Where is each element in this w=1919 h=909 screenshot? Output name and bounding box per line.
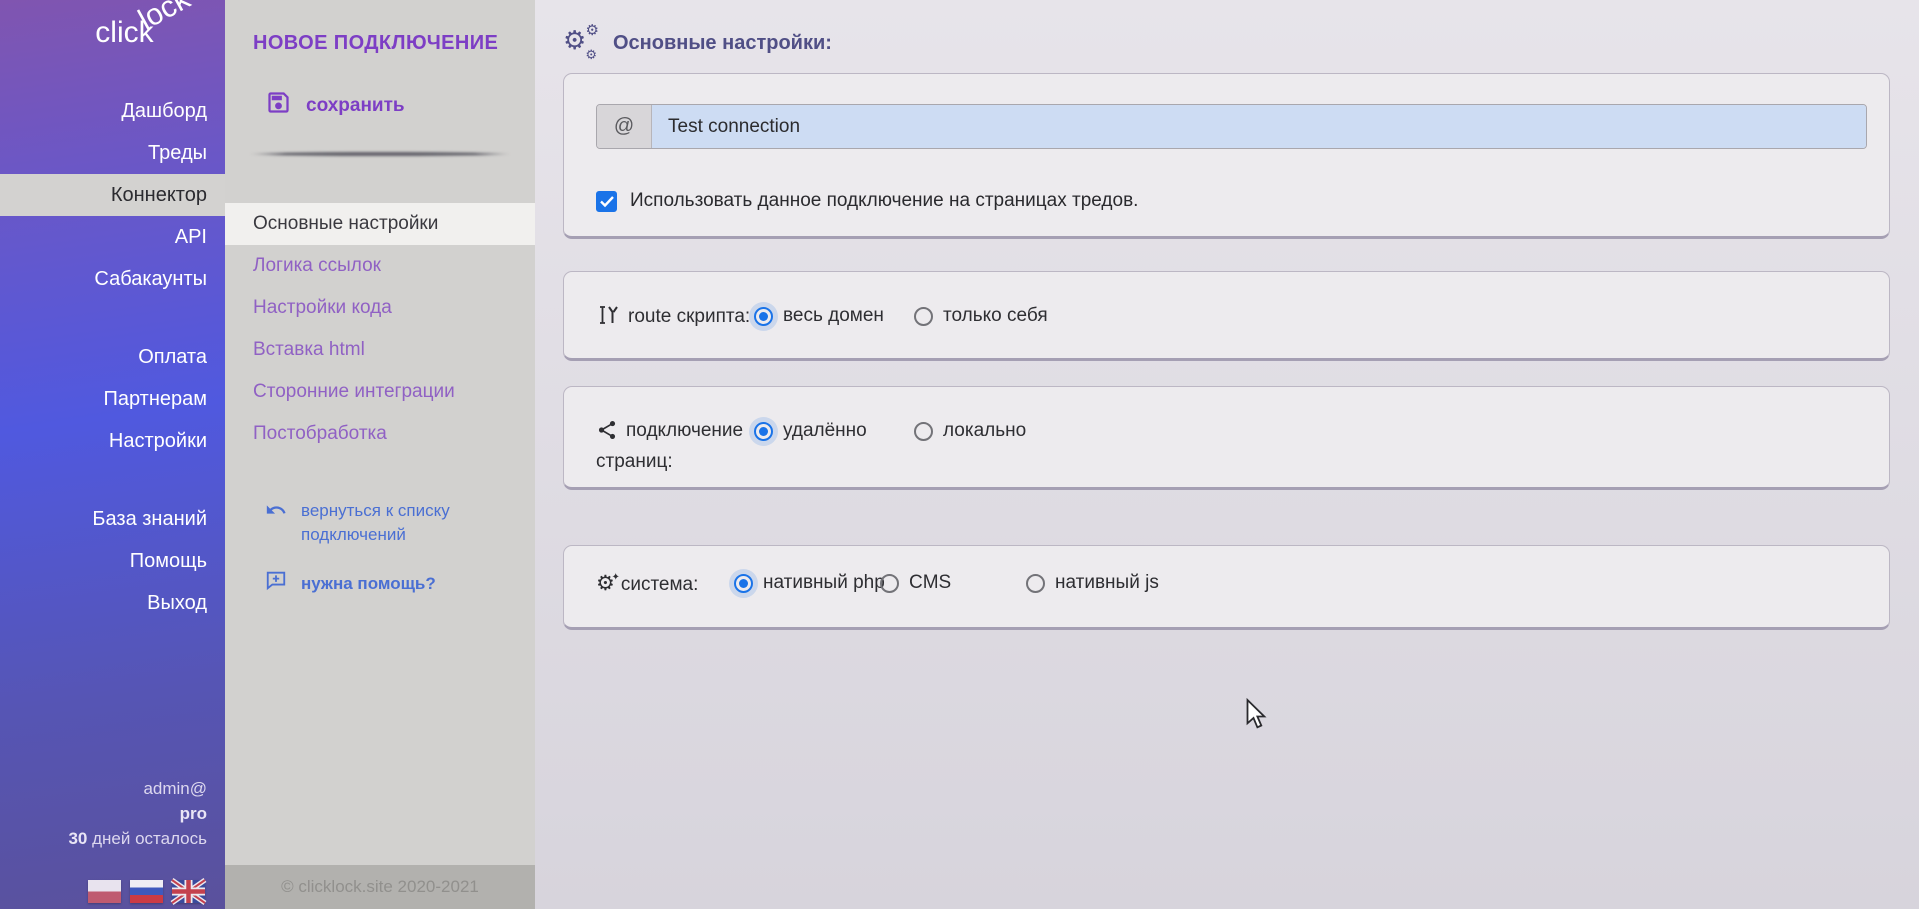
menu-item-link-logic[interactable]: Логика ссылок <box>225 245 535 287</box>
save-label: сохранить <box>306 95 405 117</box>
system-card: ⚙✦ система: нативный php CMS нативный js <box>563 545 1890 630</box>
sidebar-item-logout[interactable]: Выход <box>0 582 225 624</box>
radio-local[interactable] <box>914 422 933 441</box>
system-label: система: <box>621 574 699 595</box>
connection-settings-menu: Основные настройки Логика ссылок Настрой… <box>225 203 535 455</box>
section-header: ⚙⚙⚙ Основные настройки: <box>563 26 1919 60</box>
copyright-text: © clicklock.site 2020-2021 <box>281 877 479 897</box>
use-on-threads-row[interactable]: Использовать данное подключение на стран… <box>596 190 1867 212</box>
sidebar-item-payment[interactable]: Оплата <box>0 336 225 378</box>
use-on-threads-checkbox[interactable] <box>596 191 617 212</box>
menu-item-main-settings[interactable]: Основные настройки <box>225 203 535 245</box>
section-title: Основные настройки: <box>613 32 832 55</box>
account-plan: pro <box>0 801 207 826</box>
panel-title: НОВОЕ ПОДКЛЮЧЕНИЕ <box>253 32 535 55</box>
sidebar-item-connector[interactable]: Коннектор <box>0 174 225 216</box>
undo-icon <box>265 499 287 528</box>
radio-option-remote[interactable]: удалённо <box>754 420 914 442</box>
sidebar-item-threads[interactable]: Треды <box>0 132 225 174</box>
route-script-label-wrap: route скрипта: <box>596 303 754 335</box>
mouse-cursor <box>1246 700 1270 735</box>
radio-option-native-js[interactable]: нативный js <box>1026 572 1159 594</box>
menu-item-code-settings[interactable]: Настройки кода <box>225 287 535 329</box>
connection-name-input-group: @ <box>596 104 1867 149</box>
sidebar-item-knowledge-base[interactable]: База знаний <box>0 498 225 540</box>
need-help-link[interactable]: нужна помощь? <box>265 569 535 598</box>
account-email: admin@ <box>0 776 207 801</box>
radio-option-cms[interactable]: CMS <box>880 572 1026 594</box>
menu-item-integrations[interactable]: Сторонние интеграции <box>225 371 535 413</box>
menu-item-html-insert[interactable]: Вставка html <box>225 329 535 371</box>
connection-panel: НОВОЕ ПОДКЛЮЧЕНИЕ сохранить Основные нас… <box>225 0 535 909</box>
pages-connection-label-wrap: подключение страниц: <box>596 418 754 475</box>
sidebar: clicklock Дашборд Треды Коннектор API Са… <box>0 0 225 909</box>
sidebar-item-settings[interactable]: Настройки <box>0 420 225 462</box>
polish-flag-icon[interactable] <box>88 880 121 903</box>
radio-option-whole-domain[interactable]: весь домен <box>754 305 914 327</box>
back-to-list-link[interactable]: вернуться к списку подключений <box>265 499 535 547</box>
nav-spacer <box>0 300 225 336</box>
radio-option-native-php[interactable]: нативный php <box>734 572 880 594</box>
sidebar-nav: Дашборд Треды Коннектор API Сабакаунты О… <box>0 90 225 624</box>
radio-only-self[interactable] <box>914 307 933 326</box>
account-info: admin@ pro 30 дней осталось <box>0 776 225 851</box>
russian-flag-icon[interactable] <box>130 880 163 903</box>
radio-native-php[interactable] <box>734 574 753 593</box>
use-on-threads-label: Использовать данное подключение на стран… <box>630 190 1138 212</box>
connection-name-card: @ Использовать данное подключение на стр… <box>563 73 1890 239</box>
gear-suggest-icon: ⚙✦ <box>596 571 615 595</box>
main-content: ⚙⚙⚙ Основные настройки: @ Использовать д… <box>535 0 1919 909</box>
pages-connection-label: подключение страниц: <box>596 420 743 472</box>
nav-spacer <box>0 462 225 498</box>
radio-whole-domain[interactable] <box>754 307 773 326</box>
radio-native-php-label: нативный php <box>763 572 885 594</box>
add-comment-icon <box>265 569 287 598</box>
radio-native-js-label: нативный js <box>1055 572 1159 594</box>
radio-cms[interactable] <box>880 574 899 593</box>
save-icon <box>265 89 292 122</box>
radio-remote-label: удалённо <box>783 420 867 442</box>
share-icon <box>596 419 618 449</box>
radio-only-self-label: только себя <box>943 305 1048 327</box>
account-days-left: 30 дней осталось <box>0 826 207 851</box>
sidebar-item-dashboard[interactable]: Дашборд <box>0 90 225 132</box>
sidebar-item-subaccounts[interactable]: Сабакаунты <box>0 258 225 300</box>
sidebar-item-help[interactable]: Помощь <box>0 540 225 582</box>
copyright-footer: © clicklock.site 2020-2021 <box>225 865 535 909</box>
clicklock-logo[interactable]: clicklock <box>95 16 207 50</box>
pages-connection-card: подключение страниц: удалённо локально <box>563 386 1890 490</box>
radio-cms-label: CMS <box>909 572 951 594</box>
need-help-label: нужна помощь? <box>301 572 436 596</box>
radio-option-local[interactable]: локально <box>914 420 1026 442</box>
save-button[interactable]: сохранить <box>265 89 535 122</box>
panel-divider <box>249 152 511 156</box>
sidebar-item-partners[interactable]: Партнерам <box>0 378 225 420</box>
uk-flag-icon[interactable] <box>172 880 205 903</box>
radio-local-label: локально <box>943 420 1026 442</box>
radio-option-only-self[interactable]: только себя <box>914 305 1048 327</box>
radio-native-js[interactable] <box>1026 574 1045 593</box>
route-split-icon <box>596 303 620 335</box>
radio-remote[interactable] <box>754 422 773 441</box>
menu-item-postprocessing[interactable]: Постобработка <box>225 413 535 455</box>
language-switcher <box>88 880 205 903</box>
system-label-wrap: ⚙✦ система: <box>596 570 734 598</box>
gears-icon: ⚙⚙⚙ <box>563 26 599 60</box>
route-script-label: route скрипта: <box>628 306 750 327</box>
back-to-list-label: вернуться к списку подключений <box>301 499 461 547</box>
route-script-card: route скрипта: весь домен только себя <box>563 271 1890 361</box>
sidebar-item-api[interactable]: API <box>0 216 225 258</box>
connection-name-input[interactable] <box>652 105 1866 148</box>
at-prefix: @ <box>597 105 652 148</box>
radio-whole-domain-label: весь домен <box>783 305 884 327</box>
